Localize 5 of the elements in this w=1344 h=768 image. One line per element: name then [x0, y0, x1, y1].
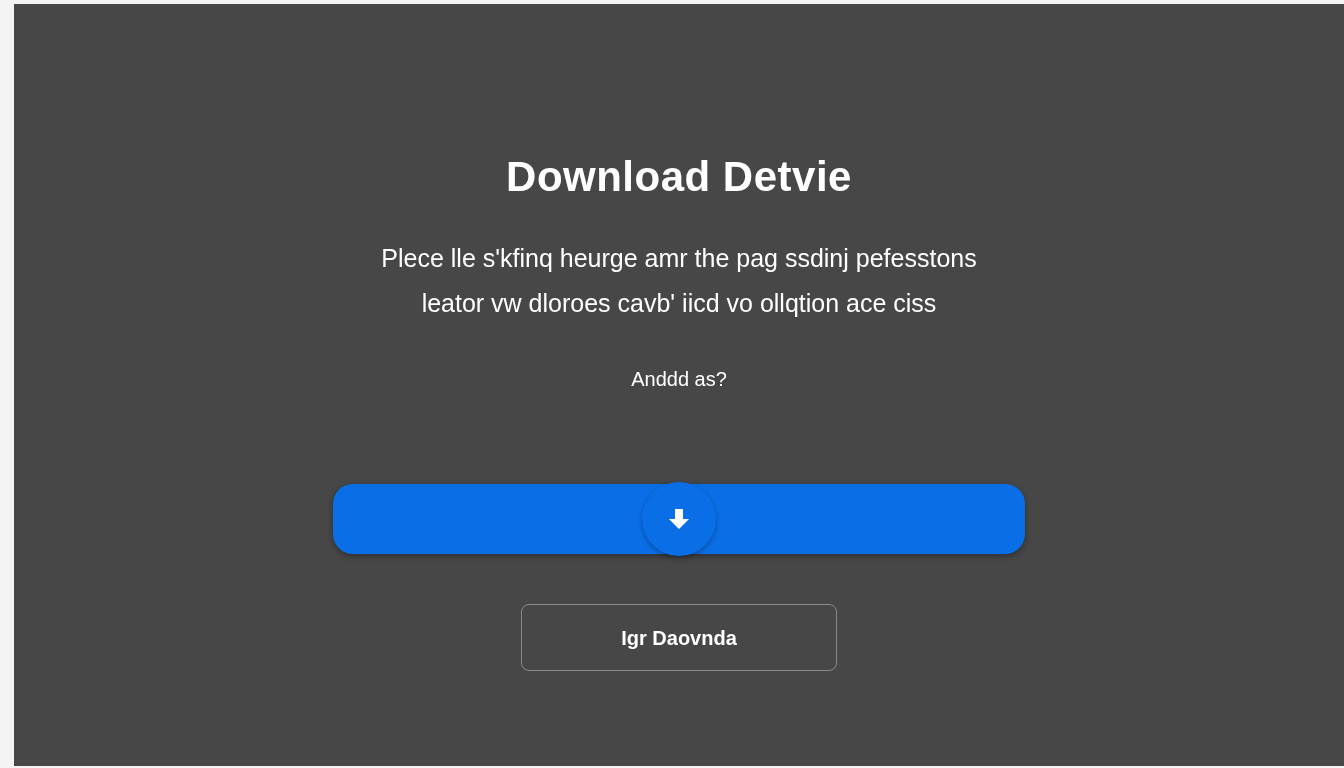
description-text: Plece lle s'kfinq heurge amr the pag ssdinj pefesstons leator vw dloroes cavb' iicd vo ollqtion ace ciss	[381, 243, 977, 320]
download-bar[interactable]	[333, 484, 1025, 555]
download-button[interactable]: Igr Daovnda	[521, 604, 837, 672]
subtitle-text: Anddd as?	[631, 367, 727, 393]
page-title: Download Detvie	[506, 152, 852, 202]
